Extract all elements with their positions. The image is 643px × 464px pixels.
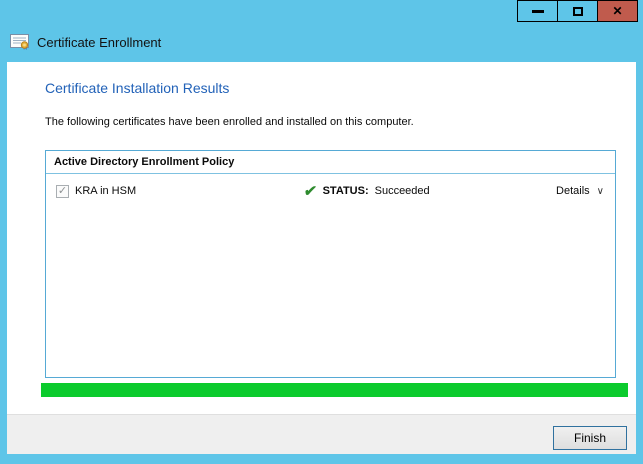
certificate-name: KRA in HSM <box>75 185 137 197</box>
maximize-button[interactable] <box>557 0 598 22</box>
checkbox-check-icon: ✓ <box>57 184 68 197</box>
enrollment-policy-header: Active Directory Enrollment Policy <box>46 151 615 174</box>
status-label: STATUS: <box>322 185 369 197</box>
minimize-icon <box>531 9 544 13</box>
titlebar: Certificate Enrollment <box>10 30 161 54</box>
maximize-icon <box>572 6 583 16</box>
chevron-down-icon: ∨ <box>596 185 604 197</box>
page-description: The following certificates have been enr… <box>45 116 414 128</box>
close-icon: ✕ <box>612 4 623 18</box>
enrollment-progress-bar <box>41 383 628 397</box>
footer-bar: Finish <box>7 414 636 454</box>
success-check-icon: ✔ <box>302 182 318 200</box>
minimize-button[interactable] <box>517 0 558 22</box>
certificate-row[interactable]: ✓ KRA in HSM ✔ STATUS: Succeeded Details… <box>46 179 615 203</box>
window-title: Certificate Enrollment <box>37 34 162 50</box>
window-controls: ✕ <box>517 0 638 22</box>
finish-button[interactable]: Finish <box>553 426 627 450</box>
certificate-enrollment-window: ✕ Certificate Enrollment Certificate Ins… <box>0 0 643 464</box>
details-label: Details <box>556 185 590 197</box>
enrollment-policy-list: Active Directory Enrollment Policy ✓ KRA… <box>45 150 616 378</box>
certificate-icon <box>10 33 29 51</box>
progress-fill <box>41 383 628 397</box>
page-title: Certificate Installation Results <box>45 80 230 96</box>
status-value: Succeeded <box>374 185 430 197</box>
close-button[interactable]: ✕ <box>597 0 638 22</box>
certificate-checkbox[interactable]: ✓ <box>56 184 69 198</box>
details-toggle[interactable]: Details ∨ <box>556 185 604 197</box>
status-group: ✔ STATUS: Succeeded <box>302 182 430 200</box>
wizard-content: Certificate Installation Results The fol… <box>7 62 636 454</box>
